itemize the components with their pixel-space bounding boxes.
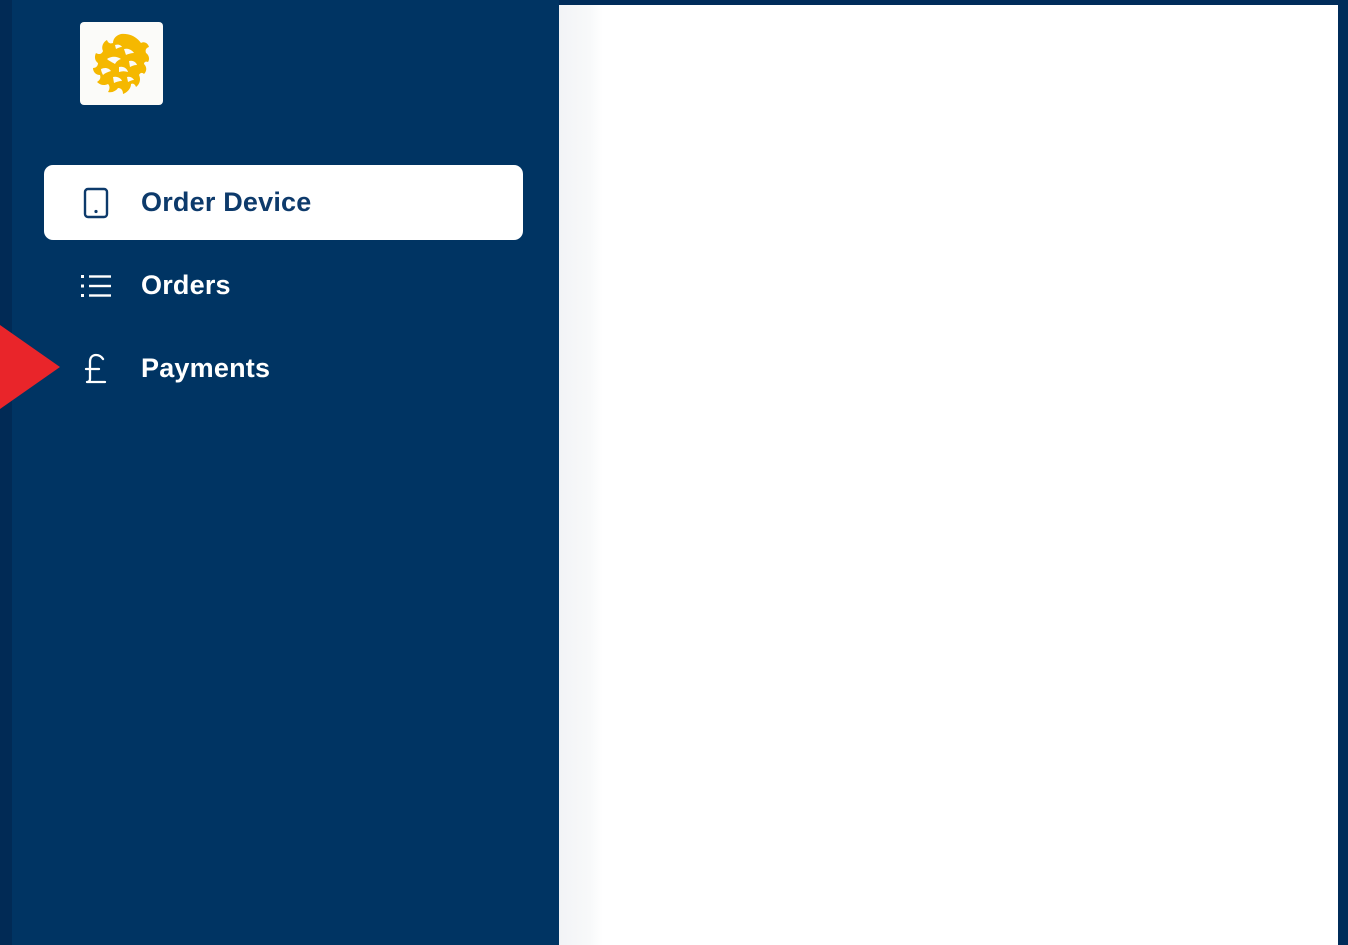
app-logo[interactable] xyxy=(80,22,163,105)
sidebar-item-label: Payments xyxy=(141,353,271,383)
golden-lion-logo-icon xyxy=(92,33,149,94)
sidebar-item-order-device[interactable]: Order Device xyxy=(44,165,523,240)
main-content-shadow xyxy=(559,5,603,945)
sidebar-item-label: Orders xyxy=(141,270,231,300)
tablet-icon xyxy=(80,187,112,219)
red-arrow-pointer-icon xyxy=(0,325,60,409)
sidebar: Order Device Orders Payments xyxy=(12,0,559,945)
list-icon xyxy=(80,270,112,302)
main-content xyxy=(559,5,1338,945)
sidebar-edge xyxy=(0,0,12,945)
sidebar-item-orders[interactable]: Orders xyxy=(44,248,523,323)
app-window: Order Device Orders Payments xyxy=(0,0,1348,945)
pound-icon xyxy=(80,353,112,385)
sidebar-item-payments[interactable]: Payments xyxy=(44,331,523,406)
sidebar-item-label: Order Device xyxy=(141,187,312,217)
